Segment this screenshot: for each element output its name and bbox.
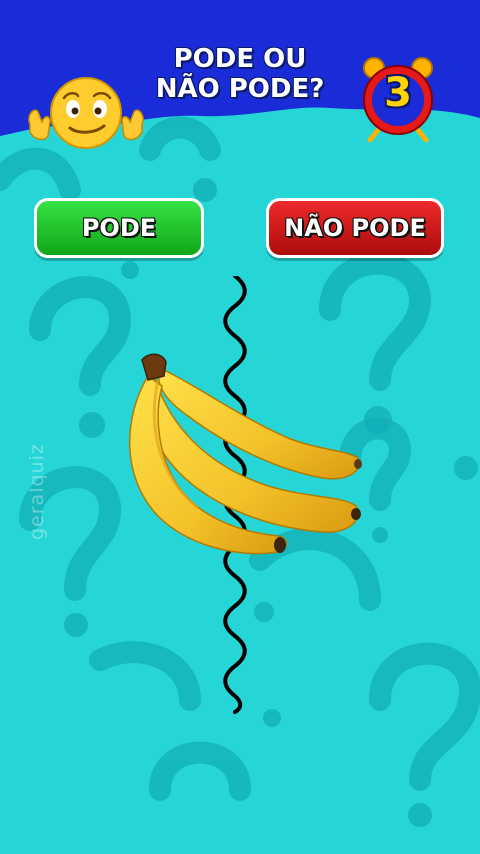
banana-bunch-image [128,353,362,555]
quiz-title-line1: PODE OU [173,44,307,74]
pode-button[interactable]: PODE [34,198,204,258]
quiz-title-line2: NÃO PODE? [155,74,325,104]
nao-pode-button[interactable]: NÃO PODE [266,198,444,258]
watermark-text: geralquiz [26,443,48,540]
thinking-emoji-icon [28,77,144,149]
quiz-title: PODE OU NÃO PODE? [140,44,340,104]
countdown-timer: 3 [358,56,438,146]
timer-value: 3 [384,70,412,116]
